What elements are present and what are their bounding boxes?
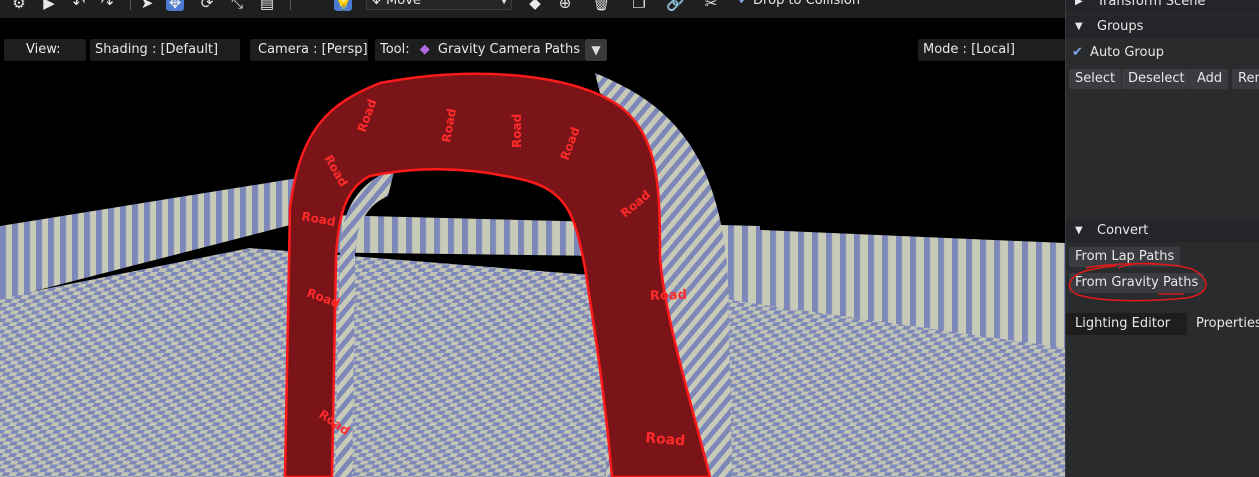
auto-group-label: Auto Group xyxy=(1090,45,1164,60)
link-icon[interactable]: 🔗 xyxy=(666,0,685,11)
panel-tab-bar: Lighting Editor Properties xyxy=(1066,313,1259,335)
view-menu[interactable]: View: xyxy=(4,39,86,61)
tool-dropdown-arrow[interactable]: ▼ xyxy=(585,39,607,61)
transform-mode-value: Move xyxy=(386,0,421,8)
add-object-icon[interactable]: ⊕ xyxy=(556,0,574,11)
undo-icon[interactable]: ↶ xyxy=(70,0,88,11)
tab-lighting-editor-label: Lighting Editor xyxy=(1075,316,1171,331)
transform-mode-dropdown[interactable]: ✥ Move ▼ xyxy=(366,0,512,10)
camera-menu[interactable]: Camera : [Persp] xyxy=(250,39,368,61)
tab-properties[interactable]: Properties xyxy=(1187,313,1259,335)
collapse-arrow-icon: ▼ xyxy=(1075,225,1083,236)
3d-viewport[interactable]: Road Road Road Road Road Road Road Road … xyxy=(0,18,1065,477)
convert-header-label: Convert xyxy=(1097,223,1149,238)
redo-icon[interactable]: ↷ xyxy=(98,0,116,11)
collapse-arrow-icon: ▼ xyxy=(1075,21,1083,32)
move-icon: ✥ xyxy=(371,0,382,8)
shading-menu[interactable]: Shading : [Default] xyxy=(90,39,240,61)
move-tool-icon[interactable]: ✥ xyxy=(166,0,184,11)
mode-menu-label: Mode : [Local] xyxy=(923,42,1015,57)
duplicate-icon[interactable]: ❐ xyxy=(630,0,648,11)
transform-scene-label: Transform Scene xyxy=(1097,0,1206,9)
mode-menu[interactable]: Mode : [Local] xyxy=(918,39,1065,61)
shading-menu-label: Shading : [Default] xyxy=(95,42,219,57)
align-tool-icon[interactable]: ▤ xyxy=(258,0,276,11)
snap-icon[interactable]: ◆ xyxy=(526,0,544,11)
remove-button-label: Ren xyxy=(1238,71,1259,86)
scene-render: Road Road Road Road Road Road Road Road … xyxy=(0,72,1065,477)
deselect-button-label: Deselect xyxy=(1128,71,1185,86)
tool-selector[interactable]: Tool: ◆ Gravity Camera Paths xyxy=(375,39,585,61)
road-label: Road xyxy=(650,288,688,304)
chevron-down-icon: ▼ xyxy=(500,0,508,6)
chevron-down-icon: ▼ xyxy=(591,43,601,57)
deselect-button[interactable]: Deselect xyxy=(1122,69,1191,89)
camera-menu-label: Camera : [Persp] xyxy=(258,42,368,57)
select-button[interactable]: Select xyxy=(1069,69,1122,89)
checkmark-icon: ✔ xyxy=(738,0,749,8)
toolbar-divider xyxy=(290,0,291,10)
tool-prefix-label: Tool: xyxy=(380,42,410,57)
auto-group-checkbox[interactable]: ✔ Auto Group xyxy=(1072,43,1164,63)
gear-icon[interactable]: ⚙ xyxy=(10,0,28,11)
toolbar-divider xyxy=(130,0,131,10)
add-button-label: Add xyxy=(1197,71,1223,86)
lightbulb-icon[interactable]: 💡 xyxy=(334,0,353,11)
remove-button[interactable]: Ren xyxy=(1232,69,1259,89)
drop-to-collision-label: Drop to Collision xyxy=(753,0,861,8)
red-annotation-circle xyxy=(1068,262,1207,302)
tab-lighting-editor[interactable]: Lighting Editor xyxy=(1066,313,1187,335)
groups-header[interactable]: ▼ Groups xyxy=(1066,16,1259,38)
groups-header-label: Groups xyxy=(1097,19,1144,34)
select-pointer-icon[interactable]: ➤ xyxy=(138,0,156,11)
play-icon[interactable]: ▶ xyxy=(40,0,58,11)
cube-icon: ◆ xyxy=(419,42,430,57)
transform-scene-header[interactable]: ▶ Transform Scene xyxy=(1066,0,1259,13)
rotate-tool-icon[interactable]: ⟳ xyxy=(198,0,216,11)
add-button[interactable]: Add xyxy=(1191,69,1229,89)
tab-properties-label: Properties xyxy=(1196,316,1259,331)
main-toolbar: ⚙ ▶ ↶ ↷ ➤ ✥ ⟳ ⤡ ▤ 💡 ✥ Move ▼ ◆ ⊕ 🗑 ❐ 🔗 ✂… xyxy=(0,0,1065,18)
view-menu-label: View: xyxy=(26,42,61,57)
expand-arrow-icon: ▶ xyxy=(1075,0,1083,7)
unlink-icon[interactable]: ✂ xyxy=(702,0,720,11)
road-label: Road xyxy=(510,114,524,148)
tool-value-label: Gravity Camera Paths xyxy=(437,42,581,57)
right-side-panel: ▶ Transform Scene ▼ Groups ✔ Auto Group … xyxy=(1065,0,1259,477)
scale-tool-icon[interactable]: ⤡ xyxy=(228,0,246,11)
delete-icon[interactable]: 🗑 xyxy=(592,0,611,11)
select-button-label: Select xyxy=(1075,71,1116,86)
drop-to-collision-toggle[interactable]: ✔ Drop to Collision xyxy=(738,0,860,8)
checkmark-icon: ✔ xyxy=(1072,45,1083,60)
convert-header[interactable]: ▼ Convert xyxy=(1066,220,1259,242)
